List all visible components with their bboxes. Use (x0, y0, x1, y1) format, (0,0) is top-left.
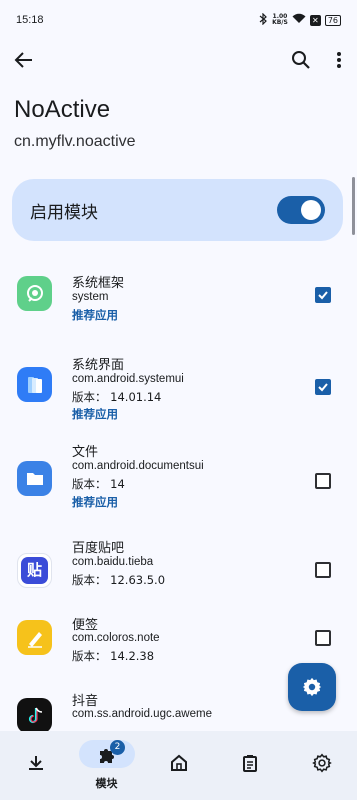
nav-item-home[interactable] (143, 731, 214, 800)
network-speed-unit: KB/S (272, 19, 288, 26)
scrollbar[interactable] (352, 177, 355, 235)
home-icon (169, 753, 189, 777)
app-name: 便签 (72, 618, 99, 633)
app-package: com.android.documentsui (72, 460, 204, 472)
system-framework-icon (17, 276, 52, 311)
status-time: 15:18 (16, 14, 44, 26)
app-list-item[interactable]: 文件 com.android.documentsui 版本： 14 推荐应用 (0, 444, 357, 540)
nav-item-logs[interactable] (214, 731, 285, 800)
arrow-back-icon (14, 52, 32, 68)
nav-item-settings[interactable] (286, 731, 357, 800)
recommended-label: 推荐应用 (72, 407, 118, 421)
tieba-glyph: 贴 (21, 557, 48, 584)
app-name: 文件 (72, 445, 99, 460)
top-app-bar (0, 44, 357, 76)
app-list-item[interactable]: 贴 百度贴吧 com.baidu.tieba 版本： 12.63.5.0 (0, 540, 357, 618)
gear-icon (302, 677, 322, 697)
status-icons: 1.00 KB/S ✕ 76 (258, 12, 341, 28)
nav-item-download[interactable] (0, 731, 71, 800)
app-version: 版本： 12.63.5.0 (72, 573, 166, 587)
files-icon (17, 461, 52, 496)
wifi-icon (292, 13, 306, 27)
app-package: com.baidu.tieba (72, 556, 154, 568)
app-checkbox[interactable] (315, 630, 331, 646)
app-list-item[interactable]: 系统界面 com.android.systemui 版本： 14.01.14 推… (0, 352, 357, 444)
settings-icon (311, 753, 332, 777)
settings-fab[interactable] (288, 663, 336, 711)
search-button[interactable] (289, 48, 313, 72)
battery-icon: 76 (324, 14, 341, 26)
app-name: 系统框架 (72, 276, 125, 291)
app-list-item[interactable]: 系统框架 system 推荐应用 (0, 262, 357, 352)
app-checkbox[interactable] (315, 287, 331, 303)
network-speed: 1.00 KB/S (272, 14, 288, 26)
app-version: 版本： 14.2.38 (72, 649, 155, 663)
switch-knob (301, 200, 321, 220)
enable-module-card[interactable]: 启用模块 (12, 179, 343, 241)
notes-icon (17, 620, 52, 655)
clipboard-icon (240, 753, 260, 777)
app-version: 版本： 14 (72, 477, 125, 491)
app-package: com.ss.android.ugc.aweme (72, 708, 212, 720)
package-name: cn.myflv.noactive (14, 133, 136, 150)
bottom-navigation: 2 模块 (0, 731, 357, 800)
app-checkbox[interactable] (315, 379, 331, 395)
system-ui-icon (17, 367, 52, 402)
recommended-label: 推荐应用 (72, 308, 118, 322)
nav-label-modules: 模块 (95, 777, 118, 790)
app-name: 系统界面 (72, 358, 125, 373)
check-icon (318, 291, 328, 300)
nav-item-modules[interactable]: 2 模块 (71, 731, 142, 800)
app-name: 抖音 (72, 694, 99, 709)
status-bar: 15:18 1.00 KB/S ✕ 76 (0, 0, 357, 40)
modules-badge: 2 (110, 740, 125, 755)
app-package: com.android.systemui (72, 373, 184, 385)
enable-module-switch[interactable] (277, 196, 325, 224)
more-options-button[interactable] (331, 48, 347, 72)
bluetooth-icon (258, 12, 268, 28)
page-title: NoActive (14, 96, 111, 123)
app-name: 百度贴吧 (72, 541, 125, 556)
download-icon (26, 753, 46, 777)
more-vert-icon (337, 52, 341, 68)
back-button[interactable] (12, 48, 36, 72)
app-version: 版本： 14.01.14 (72, 390, 162, 404)
enable-module-label: 启用模块 (30, 202, 98, 223)
recommended-label: 推荐应用 (72, 495, 118, 509)
sim-off-icon: ✕ (309, 14, 321, 26)
tieba-icon: 贴 (17, 553, 52, 588)
check-icon (318, 383, 328, 392)
app-package: com.coloros.note (72, 632, 160, 644)
app-checkbox[interactable] (315, 473, 331, 489)
app-checkbox[interactable] (315, 562, 331, 578)
douyin-icon (17, 698, 52, 733)
app-package: system (72, 291, 109, 303)
search-icon (292, 51, 310, 69)
